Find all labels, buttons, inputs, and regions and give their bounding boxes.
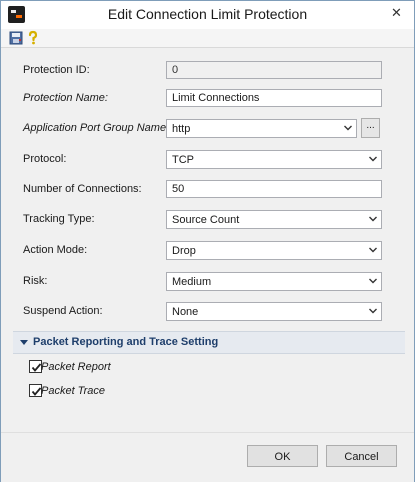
protection-name-field[interactable]: Limit Connections: [166, 89, 382, 107]
dialog-footer: OK Cancel: [1, 432, 414, 482]
app-port-group-label: Application Port Group Name:: [23, 122, 170, 134]
cancel-button[interactable]: Cancel: [326, 445, 397, 467]
app-icon: [8, 6, 25, 23]
action-mode-label: Action Mode:: [23, 244, 88, 256]
app-port-group-select[interactable]: http: [166, 119, 357, 138]
chevron-down-icon: [344, 125, 352, 131]
help-icon[interactable]: [25, 30, 41, 46]
suspend-action-row: Suspend Action: None: [1, 302, 414, 322]
dialog-window: Edit Connection Limit Protection ✕ Prote…: [0, 0, 415, 482]
chevron-down-icon: [369, 156, 377, 162]
ok-button[interactable]: OK: [247, 445, 318, 467]
chevron-down-icon: [369, 216, 377, 222]
protection-name-label: Protection Name:: [23, 92, 108, 104]
risk-select[interactable]: Medium: [166, 272, 382, 291]
num-connections-field[interactable]: 50: [166, 180, 382, 198]
protection-id-row: Protection ID: 0: [1, 61, 414, 81]
toolbar: [1, 29, 414, 48]
packet-trace-label: Packet Trace: [41, 385, 105, 397]
suspend-action-value: None: [172, 306, 199, 318]
action-mode-row: Action Mode: Drop: [1, 241, 414, 261]
num-connections-row: Number of Connections: 50: [1, 180, 414, 200]
window-title: Edit Connection Limit Protection: [107, 6, 308, 22]
collapse-arrow-icon[interactable]: [20, 340, 28, 345]
tracking-type-select[interactable]: Source Count: [166, 210, 382, 229]
risk-label: Risk:: [23, 275, 48, 287]
risk-row: Risk: Medium: [1, 272, 414, 292]
protocol-value: TCP: [172, 154, 194, 166]
tracking-type-value: Source Count: [172, 214, 240, 226]
action-mode-value: Drop: [172, 245, 196, 257]
app-port-group-row: Application Port Group Name: http ...: [1, 118, 414, 139]
protocol-row: Protocol: TCP: [1, 150, 414, 170]
suspend-action-select[interactable]: None: [166, 302, 382, 321]
num-connections-label: Number of Connections:: [23, 183, 142, 195]
protection-id-field: 0: [166, 61, 382, 79]
packet-trace-row: Packet Trace: [29, 384, 229, 400]
tracking-type-label: Tracking Type:: [23, 213, 95, 225]
title-bar: Edit Connection Limit Protection ✕: [1, 1, 414, 30]
packet-section-header[interactable]: Packet Reporting and Trace Setting: [13, 331, 405, 354]
protocol-label: Protocol:: [23, 153, 67, 165]
app-port-group-value: http: [172, 123, 191, 135]
protection-id-label: Protection ID:: [23, 64, 90, 76]
protocol-select[interactable]: TCP: [166, 150, 382, 169]
risk-value: Medium: [172, 276, 212, 288]
chevron-down-icon: [369, 247, 377, 253]
chevron-down-icon: [369, 278, 377, 284]
chevron-down-icon: [369, 308, 377, 314]
suspend-action-label: Suspend Action:: [23, 305, 103, 317]
browse-port-group-button[interactable]: ...: [361, 118, 380, 138]
packet-section-title: Packet Reporting and Trace Setting: [33, 336, 219, 348]
packet-report-label: Packet Report: [41, 361, 111, 373]
save-icon[interactable]: [8, 30, 24, 46]
tracking-type-row: Tracking Type: Source Count: [1, 210, 414, 230]
close-button[interactable]: ✕: [383, 3, 410, 23]
packet-report-row: Packet Report: [29, 360, 229, 376]
protection-name-row: Protection Name: Limit Connections: [1, 89, 414, 109]
action-mode-select[interactable]: Drop: [166, 241, 382, 260]
